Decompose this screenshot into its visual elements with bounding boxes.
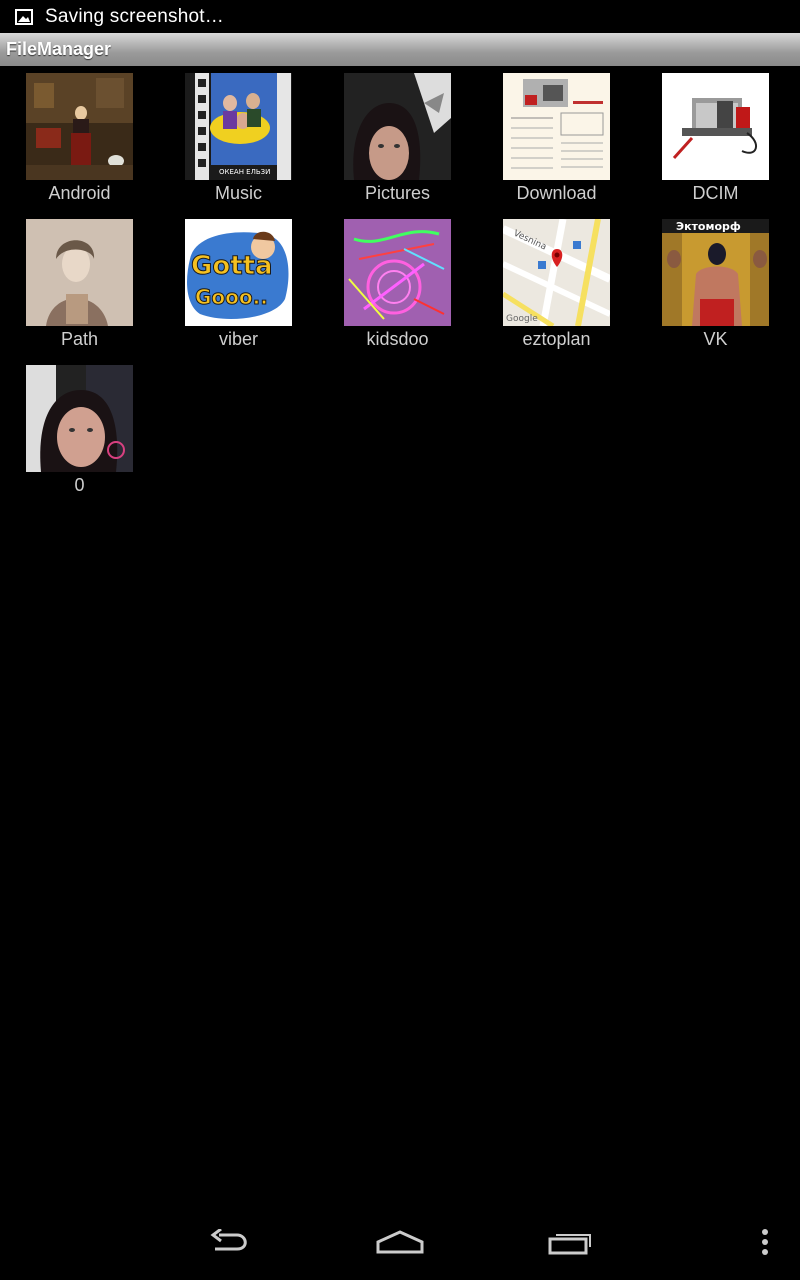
overflow-menu-icon: [762, 1229, 768, 1255]
back-icon: [210, 1229, 247, 1251]
map-brand-label: Google: [506, 314, 538, 324]
overflow-menu-button[interactable]: [735, 1222, 795, 1262]
recent-apps-icon: [548, 1234, 591, 1255]
status-text: Saving screenshot…: [45, 5, 224, 27]
action-bar: FileManager: [0, 33, 800, 66]
folder-kidsdoo[interactable]: kidsdoo: [318, 219, 477, 359]
album-caption: ОКЕАН ЕЛЬЗИ: [219, 168, 270, 176]
folder-label: Download: [516, 183, 597, 203]
album-cover-thumbnail: ОКЕАН ЕЛЬЗИ: [185, 73, 292, 180]
folder-label: eztoplan: [522, 329, 591, 349]
folder-vk[interactable]: Эктоморф VK: [636, 219, 795, 359]
gym-thumbnail: Эктоморф: [662, 219, 769, 326]
home-button[interactable]: [370, 1222, 430, 1262]
sticker-thumbnail: Gotta Gooo..: [185, 219, 292, 326]
folder-music[interactable]: ОКЕАН ЕЛЬЗИ Music: [159, 73, 318, 213]
portrait-thumbnail: [26, 219, 133, 326]
status-bar: Saving screenshot…: [0, 0, 800, 33]
folder-dcim[interactable]: DCIM: [636, 73, 795, 213]
drawing-thumbnail: [344, 219, 451, 326]
selfie-thumbnail: [26, 365, 133, 472]
folder-label: Music: [214, 183, 262, 203]
folder-label: Android: [48, 183, 111, 203]
folder-label: viber: [218, 329, 258, 349]
app-title: FileManager: [6, 39, 112, 59]
selfie-thumbnail: [344, 73, 451, 180]
folder-pictures[interactable]: Pictures: [318, 73, 477, 213]
folder-path[interactable]: Path: [0, 219, 159, 359]
folder-label: 0: [74, 475, 85, 495]
map-thumbnail: Vesnina Google: [503, 219, 610, 326]
folder-viber[interactable]: Gotta Gooo.. viber: [159, 219, 318, 359]
folder-download[interactable]: Download: [477, 73, 636, 213]
svg-text:Gooo..: Gooo..: [195, 285, 268, 309]
folder-eztoplan[interactable]: Vesnina Google eztoplan: [477, 219, 636, 359]
image-icon: [15, 8, 33, 25]
home-icon: [376, 1230, 424, 1254]
folder-android[interactable]: Android: [0, 73, 159, 213]
folder-label: kidsdoo: [366, 329, 429, 349]
document-thumbnail: [503, 73, 610, 180]
folder-label: Path: [60, 329, 99, 349]
vk-caption: Эктоморф: [676, 220, 741, 233]
winch-thumbnail: [662, 73, 769, 180]
folder-0[interactable]: 0: [0, 365, 159, 505]
navigation-bar: [0, 1208, 800, 1280]
folder-label: DCIM: [692, 183, 739, 203]
folder-label: VK: [703, 329, 728, 349]
back-button[interactable]: [200, 1222, 260, 1262]
recent-apps-button[interactable]: [540, 1222, 600, 1262]
folder-label: Pictures: [364, 183, 431, 203]
painting-thumbnail: [26, 73, 133, 180]
